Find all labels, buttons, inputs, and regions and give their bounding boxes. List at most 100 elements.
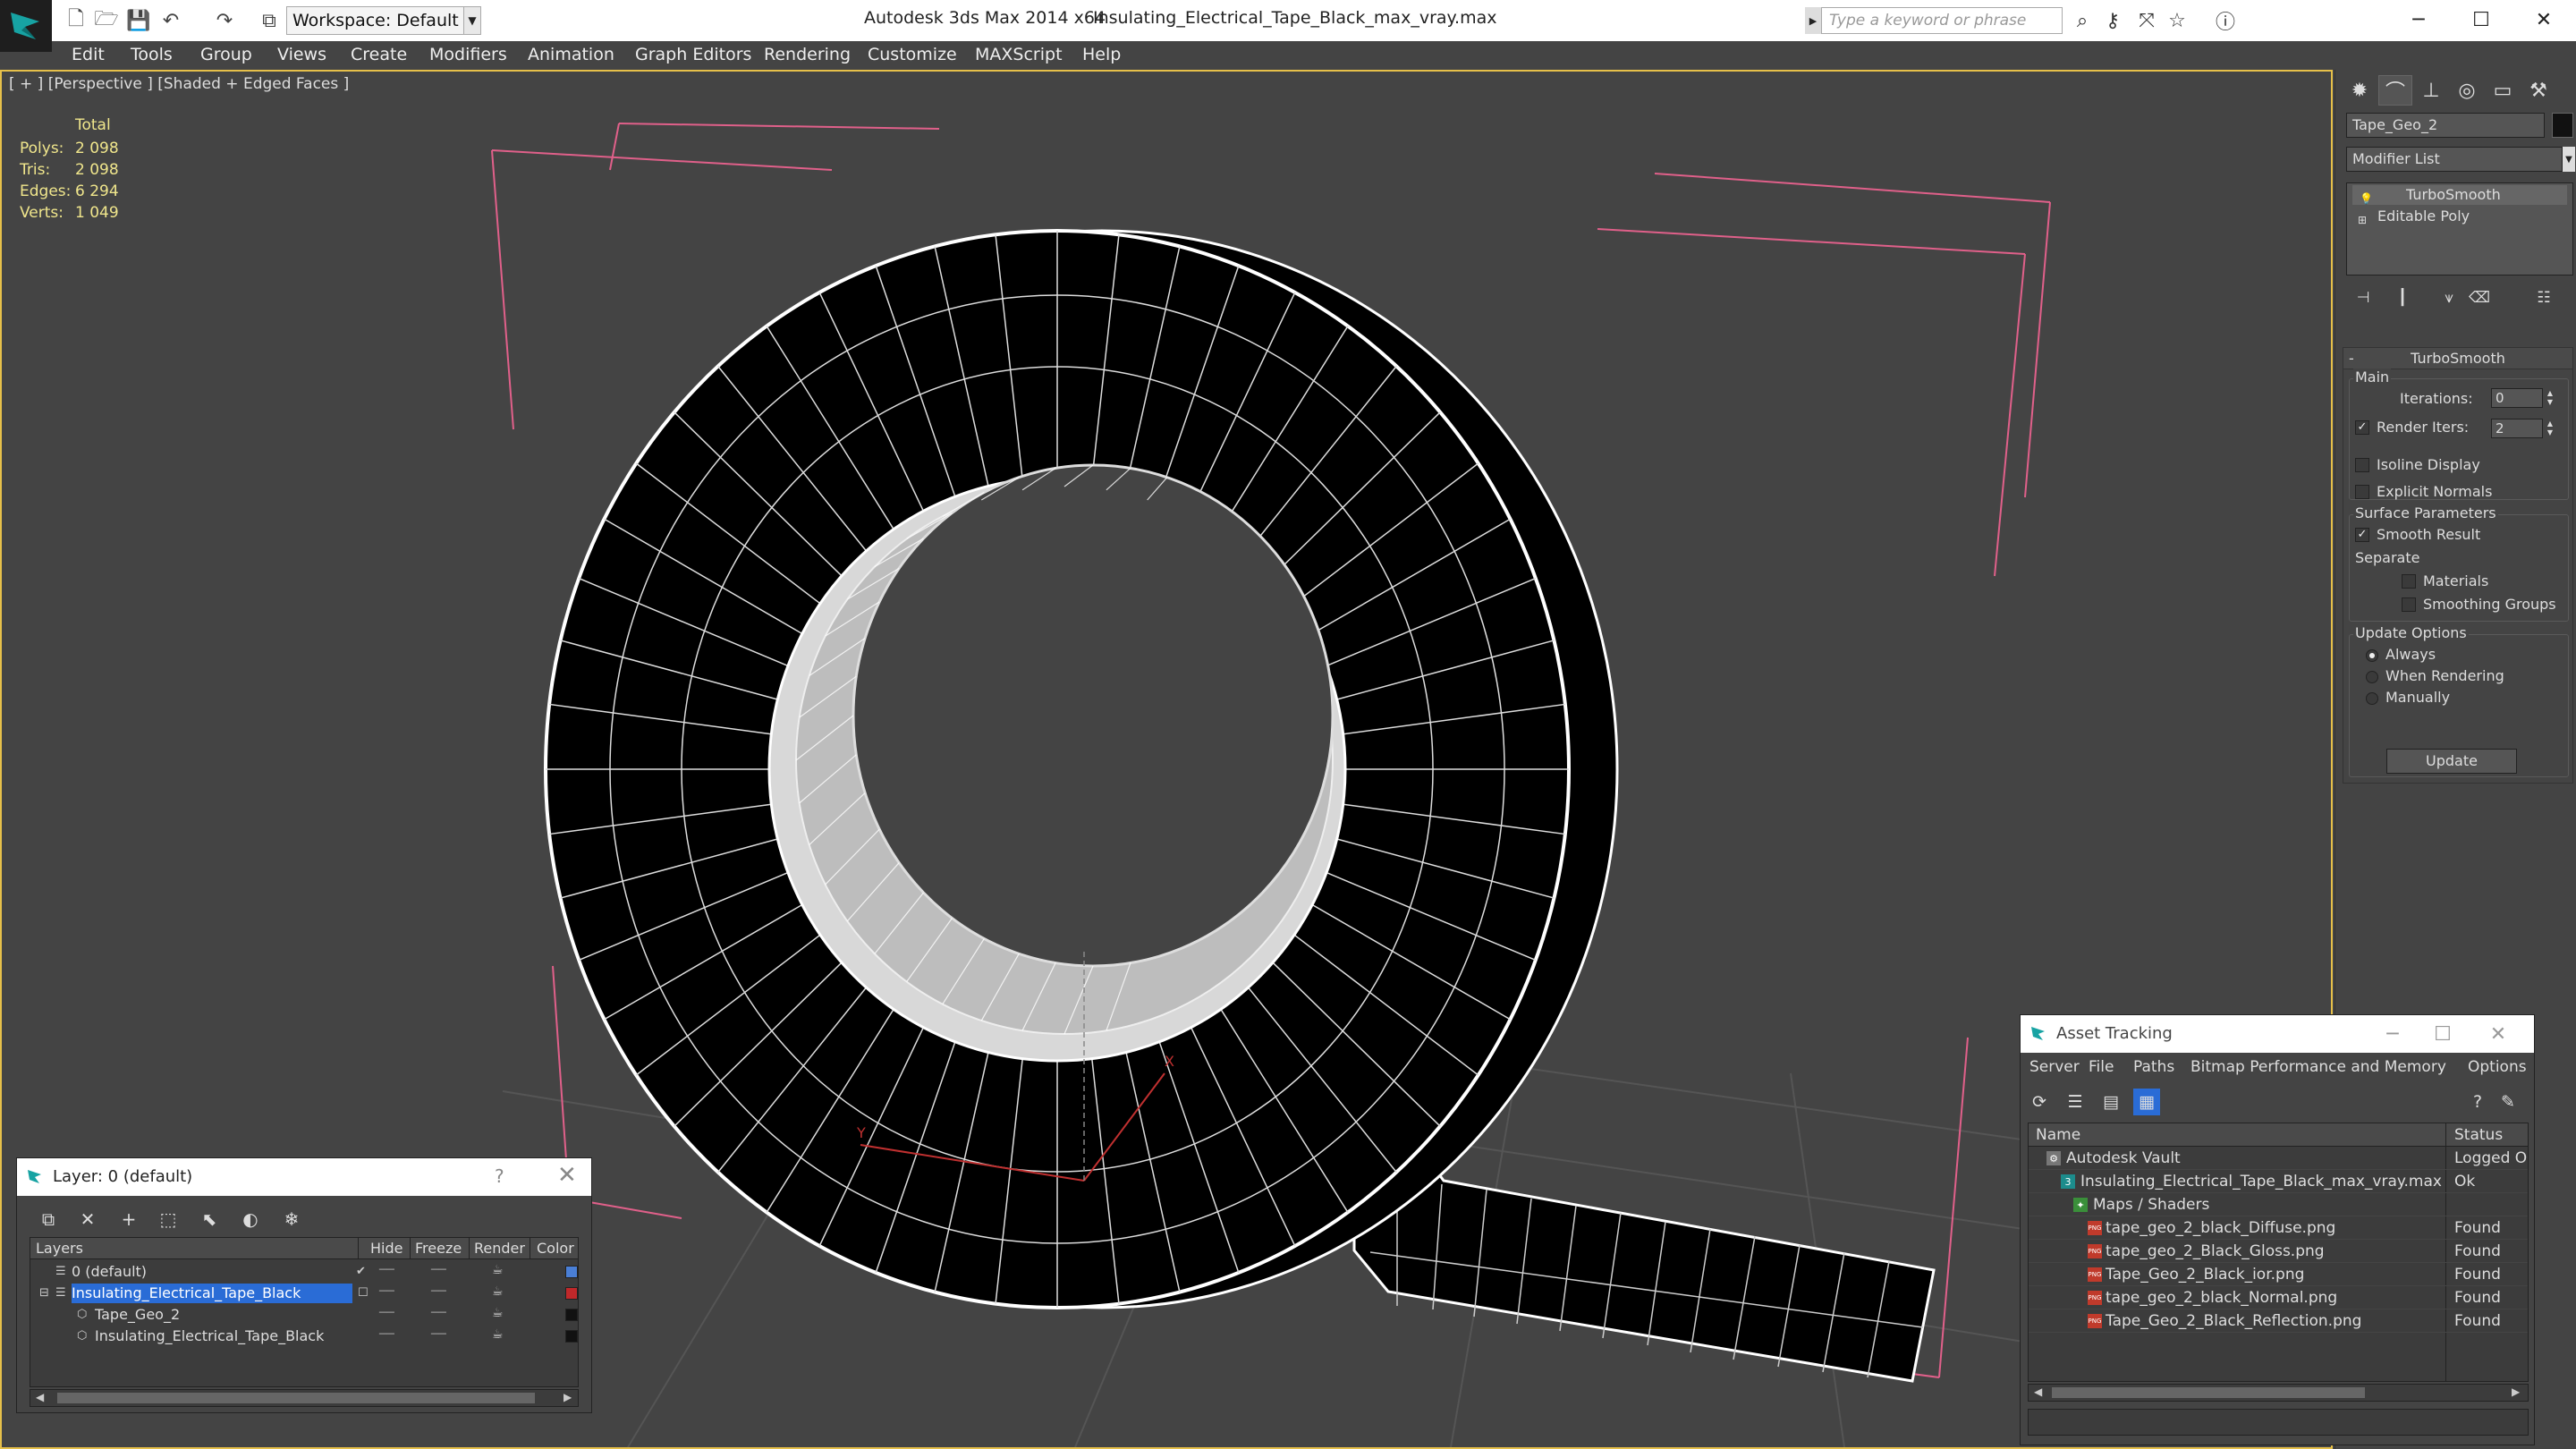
minimize-button[interactable]: ─	[2390, 0, 2447, 39]
maximize-button[interactable]: ☐	[2453, 0, 2510, 39]
chevron-down-icon[interactable]: ▼	[463, 6, 481, 35]
highlight-layer-icon[interactable]: ⬉	[196, 1207, 223, 1232]
hide-toggle[interactable]: ──	[379, 1284, 394, 1299]
settings-icon[interactable]: ✎	[2495, 1089, 2521, 1115]
materials-checkbox[interactable]	[2402, 574, 2416, 589]
menu-tools[interactable]: Tools	[131, 45, 173, 64]
scrollbar-thumb[interactable]	[57, 1393, 535, 1403]
stack-item-editable-poly[interactable]: ⊞ Editable Poly	[2352, 207, 2470, 226]
key-icon[interactable]: ⚷	[2100, 8, 2125, 33]
scrollbar-thumb[interactable]	[2052, 1387, 2365, 1398]
exchange-icon[interactable]: ⤧	[2134, 8, 2159, 33]
menu-create[interactable]: Create	[351, 45, 407, 64]
menu-modifiers[interactable]: Modifiers	[429, 45, 507, 64]
always-radio[interactable]	[2366, 649, 2378, 662]
layer-row[interactable]: ⊟ ☰ Insulating_Electrical_Tape_Black ☐ ─…	[30, 1283, 578, 1304]
table-view-icon[interactable]: ▦	[2133, 1089, 2160, 1115]
refresh-icon[interactable]: ⟳	[2026, 1089, 2053, 1115]
menu-rendering[interactable]: Rendering	[764, 45, 851, 64]
menu-views[interactable]: Views	[277, 45, 326, 64]
object-color-swatch[interactable]	[565, 1309, 578, 1321]
configure-sets-icon[interactable]: ☷	[2532, 286, 2555, 309]
open-file-icon[interactable]: 🗁	[93, 7, 120, 34]
create-tab-icon[interactable]: ✹	[2343, 75, 2377, 106]
render-teapot-icon[interactable]: ☕	[492, 1284, 504, 1299]
chevron-right-icon[interactable]: ▶	[564, 1391, 572, 1403]
layer-name[interactable]: Insulating_Electrical_Tape_Black	[72, 1284, 352, 1303]
new-file-icon[interactable]: 🗋	[63, 7, 89, 34]
menu-edit[interactable]: Edit	[72, 45, 105, 64]
asset-row[interactable]: ✦ Maps / Shaders	[2029, 1193, 2528, 1216]
asset-row[interactable]: PNG tape_geo_2_Black_Gloss.png Found	[2029, 1240, 2528, 1263]
redo-icon[interactable]: ↷	[211, 7, 238, 34]
expand-plus-icon[interactable]: ⊞	[2358, 210, 2367, 230]
binoculars-icon[interactable]: ⌕	[2070, 8, 2095, 33]
freeze-toggle[interactable]: ──	[431, 1263, 446, 1277]
modify-tab-icon[interactable]: ⌒	[2378, 75, 2412, 106]
update-button[interactable]: Update	[2386, 749, 2517, 774]
horizontal-scrollbar[interactable]: ◀ ▶	[30, 1389, 579, 1407]
show-end-result-icon[interactable]: ┃	[2391, 286, 2414, 309]
menu-group[interactable]: Group	[200, 45, 252, 64]
asset-row[interactable]: PNG tape_geo_2_black_Normal.png Found	[2029, 1286, 2528, 1309]
utilities-tab-icon[interactable]: ⚒	[2521, 75, 2555, 106]
chevron-left-icon[interactable]: ◀	[2034, 1385, 2042, 1398]
asset-row[interactable]: ⚙ Autodesk Vault Logged Ou	[2029, 1147, 2528, 1170]
rollout-title[interactable]: TurboSmooth	[2343, 348, 2572, 369]
hide-toggle[interactable]: ──	[379, 1306, 394, 1320]
col-render[interactable]: Render	[474, 1240, 525, 1257]
render-iters-checkbox[interactable]: ✓	[2355, 420, 2369, 435]
remove-modifier-icon[interactable]: ⌫	[2468, 286, 2491, 309]
menu-bitmap-performance[interactable]: Bitmap Performance and Memory	[2190, 1058, 2446, 1076]
spinner-arrows-icon[interactable]: ▲ ▼	[2545, 419, 2555, 438]
motion-tab-icon[interactable]: ◎	[2450, 75, 2484, 106]
close-button[interactable]: ✕	[2480, 1019, 2516, 1049]
chevron-right-icon[interactable]: ▶	[1805, 7, 1821, 34]
close-button[interactable]: ✕	[2515, 0, 2572, 39]
maximize-button[interactable]: ☐	[2425, 1019, 2461, 1049]
current-layer-box-icon[interactable]: ☐	[358, 1286, 369, 1300]
delete-layer-icon[interactable]: ✕	[74, 1207, 101, 1232]
viewport-label[interactable]: [ + ] [Perspective ] [Shaded + Edged Fac…	[9, 75, 349, 93]
asset-row[interactable]: PNG tape_geo_2_black_Diffuse.png Found	[2029, 1216, 2528, 1240]
current-layer-check-icon[interactable]: ✔	[356, 1265, 366, 1278]
freeze-toggle[interactable]: ──	[431, 1306, 446, 1320]
smoothing-groups-checkbox[interactable]	[2402, 597, 2416, 612]
menu-help[interactable]: Help	[1082, 45, 1121, 64]
freeze-toggle[interactable]: ──	[431, 1284, 446, 1299]
asset-row[interactable]: PNG Tape_Geo_2_Black_Reflection.png Foun…	[2029, 1309, 2528, 1333]
horizontal-scrollbar[interactable]: ◀ ▶	[2028, 1384, 2529, 1402]
render-teapot-icon[interactable]: ☕	[492, 1263, 504, 1277]
menu-customize[interactable]: Customize	[868, 45, 957, 64]
menu-animation[interactable]: Animation	[528, 45, 614, 64]
when-rendering-radio[interactable]	[2366, 671, 2378, 683]
modifier-list-dropdown[interactable]: Modifier List	[2346, 147, 2563, 172]
close-button[interactable]: ✕	[557, 1162, 577, 1189]
menu-server[interactable]: Server	[2029, 1058, 2080, 1076]
stack-item-turbosmooth[interactable]: 💡 TurboSmooth	[2352, 185, 2567, 205]
object-color-swatch[interactable]	[565, 1330, 578, 1343]
select-objects-icon[interactable]: ⬚	[155, 1207, 182, 1232]
layer-row[interactable]: ⬡ Tape_Geo_2 ── ── ☕	[30, 1304, 578, 1326]
object-name-field[interactable]: Tape_Geo_2	[2346, 113, 2545, 138]
asset-tracking-titlebar[interactable]: Asset Tracking ─ ☐ ✕	[2021, 1015, 2534, 1053]
freeze-all-icon[interactable]: ❄	[278, 1207, 305, 1232]
hide-toggle[interactable]: ──	[379, 1327, 394, 1342]
display-tab-icon[interactable]: ▭	[2486, 75, 2520, 106]
make-unique-icon[interactable]: ⩛	[2437, 286, 2461, 309]
asset-row[interactable]: 3 Insulating_Electrical_Tape_Black_max_v…	[2029, 1170, 2528, 1193]
col-freeze[interactable]: Freeze	[415, 1240, 462, 1257]
layer-name[interactable]: 0 (default)	[72, 1262, 150, 1282]
detail-view-icon[interactable]: ▤	[2097, 1089, 2124, 1115]
search-input[interactable]: Type a keyword or phrase	[1821, 7, 2063, 34]
undo-icon[interactable]: ↶	[157, 7, 184, 34]
col-layers[interactable]: Layers	[36, 1240, 83, 1257]
iterations-spinner[interactable]: 0	[2491, 388, 2543, 408]
col-hide[interactable]: Hide	[370, 1240, 402, 1257]
menu-options[interactable]: Options	[2468, 1058, 2527, 1076]
chevron-right-icon[interactable]: ▶	[2512, 1385, 2520, 1398]
help-button[interactable]: ?	[495, 1165, 504, 1187]
menu-paths[interactable]: Paths	[2133, 1058, 2174, 1076]
help-icon[interactable]: ⓘ	[2213, 8, 2238, 34]
new-layer-icon[interactable]: ⧉	[35, 1207, 62, 1232]
